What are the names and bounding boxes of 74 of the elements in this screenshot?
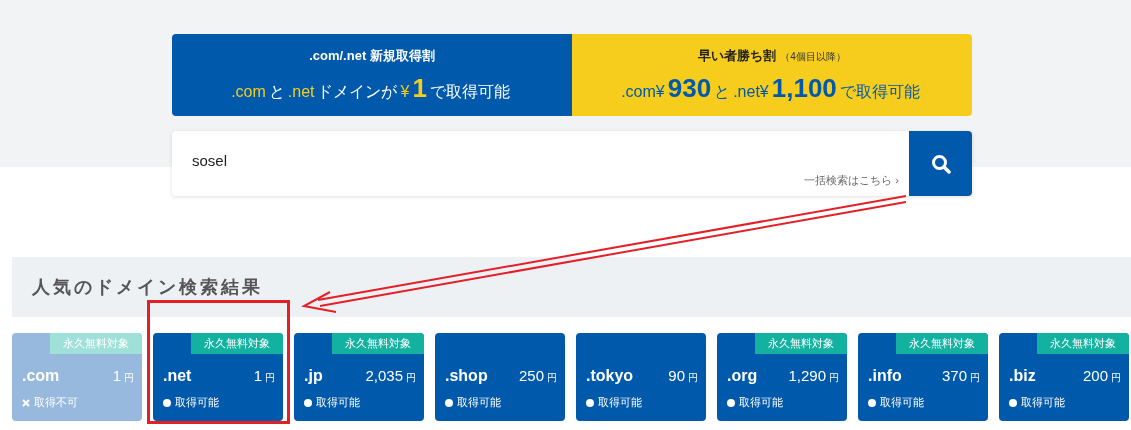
promo-text: で取得可能: [839, 81, 920, 102]
free-badge: 永久無料対象: [191, 333, 283, 354]
price-unit: 円: [829, 372, 839, 383]
cross-icon: [22, 398, 30, 407]
available-dot-icon: [586, 398, 594, 407]
availability-status: 取得不可: [34, 395, 78, 410]
domain-card[interactable]: 永久無料対象 .org 1,290 円 取得可能: [717, 333, 847, 421]
promo-text: で取得可能: [429, 81, 510, 102]
promo-text: 1,100: [771, 72, 837, 104]
promo-title: 早い者勝ち割 （4個目以降）: [698, 46, 846, 65]
domain-card[interactable]: 永久無料対象 .jp 2,035 円 取得可能: [294, 333, 424, 421]
domain-name: .tokyo: [586, 367, 634, 385]
promo-text: .net: [287, 82, 315, 101]
promo-text: .com: [231, 82, 266, 101]
domain-price: 1,290: [788, 367, 826, 384]
promo-text: ドメインが: [317, 81, 398, 102]
price-unit: 円: [124, 372, 134, 383]
available-dot-icon: [727, 398, 735, 407]
promo-text: .com¥: [621, 82, 665, 101]
promo-text: と: [268, 81, 285, 102]
promo-text: 1: [412, 72, 427, 104]
domain-card[interactable]: 永久無料対象 .info 370 円 取得可能: [858, 333, 988, 421]
availability-status: 取得可能: [457, 395, 501, 410]
available-dot-icon: [163, 398, 171, 407]
availability-status: 取得可能: [598, 395, 642, 410]
promo-text: と: [714, 81, 731, 102]
available-dot-icon: [868, 398, 876, 407]
domain-card[interactable]: .tokyo 90 円 取得可能: [576, 333, 706, 421]
promo-text: ¥: [400, 82, 410, 101]
promo-note: （4個目以降）: [780, 49, 846, 64]
price-unit: 円: [265, 372, 275, 383]
promo-text: 930: [667, 72, 712, 104]
domain-name: .net: [163, 367, 192, 385]
domain-price: 2,035: [365, 367, 403, 384]
availability-status: 取得可能: [175, 395, 219, 410]
free-badge: 永久無料対象: [1037, 333, 1129, 354]
free-badge: 永久無料対象: [896, 333, 988, 354]
domain-name: .biz: [1009, 367, 1036, 385]
availability-status: 取得可能: [739, 395, 783, 410]
section-title: 人気のドメイン検索結果: [32, 276, 263, 299]
bulk-search-link[interactable]: 一括検索はこちら ›: [804, 173, 899, 188]
availability-status: 取得可能: [880, 395, 924, 410]
domain-name: .info: [868, 367, 902, 385]
price-unit: 円: [970, 372, 980, 383]
search-field[interactable]: sosel: [190, 151, 594, 170]
domain-card[interactable]: .shop 250 円 取得可能: [435, 333, 565, 421]
price-unit: 円: [1111, 372, 1121, 383]
availability-status: 取得可能: [316, 395, 360, 410]
available-dot-icon: [304, 398, 312, 407]
domain-price: 1: [253, 367, 262, 384]
available-dot-icon: [1009, 398, 1017, 407]
search-button[interactable]: [909, 131, 972, 196]
price-unit: 円: [688, 372, 698, 383]
domain-price: 250: [518, 367, 544, 384]
domain-price: 200: [1082, 367, 1108, 384]
domain-name: .jp: [304, 367, 323, 385]
availability-status: 取得可能: [1021, 395, 1065, 410]
price-unit: 円: [406, 372, 416, 383]
domain-price: 370: [941, 367, 967, 384]
domain-price: 1: [112, 367, 121, 384]
domain-name: .shop: [445, 367, 488, 385]
domain-card[interactable]: 永久無料対象 .biz 200 円 取得可能: [999, 333, 1129, 421]
domain-price: 90: [668, 367, 685, 384]
domain-name: .com: [22, 367, 60, 385]
free-badge: 永久無料対象: [332, 333, 424, 354]
free-badge: 永久無料対象: [50, 333, 142, 354]
free-badge: 永久無料対象: [755, 333, 847, 354]
price-unit: 円: [547, 372, 557, 383]
domain-card[interactable]: 永久無料対象 .net 1 円 取得可能: [153, 333, 283, 421]
promo-text: .net¥: [733, 82, 769, 101]
search-icon: [930, 153, 951, 174]
promo-title: .com/.net 新規取得割: [309, 46, 435, 65]
available-dot-icon: [445, 398, 453, 407]
domain-name: .org: [727, 367, 758, 385]
